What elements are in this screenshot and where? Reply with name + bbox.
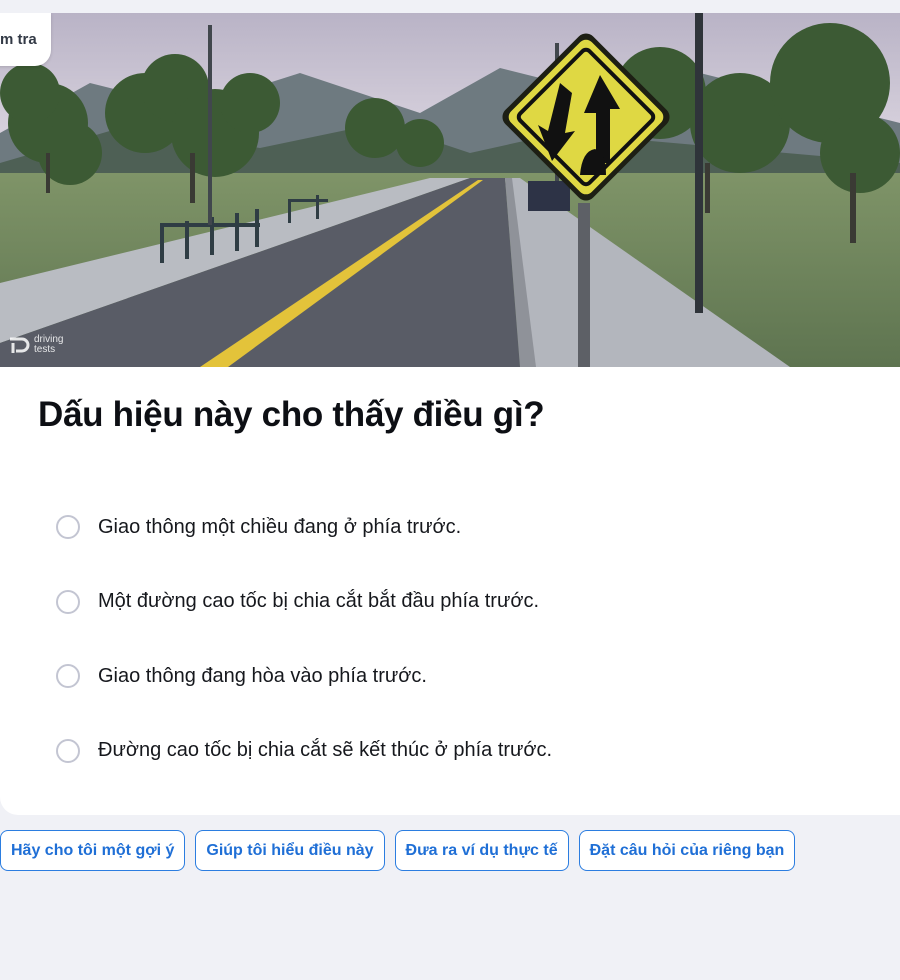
header-tag-label: m tra	[0, 31, 37, 48]
answer-options: Giao thông một chiều đang ở phía trước. …	[56, 490, 876, 788]
question-image: m tra driving tests	[0, 13, 900, 367]
answer-option-4[interactable]: Đường cao tốc bị chia cắt sẽ kết thúc ở …	[56, 714, 876, 789]
answer-option-1[interactable]: Giao thông một chiều đang ở phía trước.	[56, 490, 876, 565]
explain-button[interactable]: Giúp tôi hiểu điều này	[195, 830, 385, 871]
driving-tests-logo-icon	[10, 337, 30, 353]
real-example-button[interactable]: Đưa ra ví dụ thực tế	[394, 830, 569, 871]
watermark-logo: driving tests	[8, 335, 74, 355]
watermark-bottom-text: tests	[34, 344, 56, 355]
answer-option-label: Một đường cao tốc bị chia cắt bắt đầu ph…	[98, 590, 540, 613]
radio-button[interactable]	[56, 664, 80, 689]
hint-button[interactable]: Hãy cho tôi một gợi ý	[0, 830, 186, 871]
suggestion-chips: Hãy cho tôi một gợi ý Giúp tôi hiểu điều…	[0, 830, 796, 871]
question-text: Dấu hiệu này cho thấy điều gì?	[38, 395, 545, 434]
answer-option-label: Giao thông một chiều đang ở phía trước.	[98, 515, 462, 538]
answer-option-3[interactable]: Giao thông đang hòa vào phía trước.	[56, 639, 876, 714]
radio-button[interactable]	[56, 738, 80, 763]
answer-option-2[interactable]: Một đường cao tốc bị chia cắt bắt đầu ph…	[56, 565, 876, 640]
answer-option-label: Đường cao tốc bị chia cắt sẽ kết thúc ở …	[98, 739, 553, 762]
radio-button[interactable]	[56, 515, 80, 540]
radio-button[interactable]	[56, 589, 80, 614]
road-scene-illustration	[0, 13, 900, 367]
header-tag[interactable]: m tra	[0, 13, 51, 66]
answer-option-label: Giao thông đang hòa vào phía trước.	[98, 664, 427, 687]
ask-own-question-button[interactable]: Đặt câu hỏi của riêng bạn	[578, 830, 796, 871]
